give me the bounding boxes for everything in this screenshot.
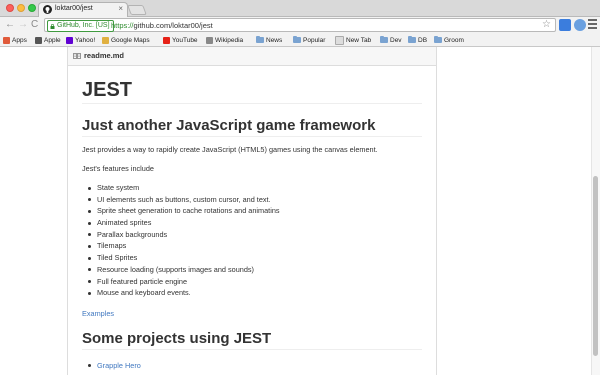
project-link-grapple-hero[interactable]: Grapple Hero [97, 361, 141, 370]
page-content: readme.md JEST Just another JavaScript g… [0, 47, 600, 375]
bookmark-label: Yahoo! [75, 36, 96, 44]
page-icon [335, 35, 344, 45]
minimize-window-button[interactable] [17, 4, 25, 12]
bookmark-label: YouTube [172, 36, 198, 44]
zoom-window-button[interactable] [28, 4, 36, 12]
intro-paragraph: Jest provides a way to rapidly create Ja… [82, 145, 378, 154]
feature-item: Resource loading (supports images and so… [82, 264, 280, 276]
feature-item: Full featured particle engine [82, 276, 280, 288]
back-arrow-icon[interactable]: ← [5, 18, 15, 32]
bookmark-apps[interactable]: Apps [3, 35, 27, 45]
bookmark-apple[interactable]: Apple [35, 35, 61, 45]
browser-tab[interactable]: loktar00/jest × [38, 2, 128, 17]
project-item: Grapple Hero [82, 360, 141, 371]
feature-item: UI elements such as buttons, custom curs… [82, 194, 280, 206]
features-intro: Jest's features include [82, 164, 154, 173]
feature-item: Animated sprites [82, 217, 280, 229]
bookmark-label: Groom [444, 36, 464, 44]
feature-item: Tilemaps [82, 240, 280, 252]
examples-link[interactable]: Examples [82, 309, 114, 319]
feature-item: Sprite sheet generation to cache rotatio… [82, 205, 280, 217]
reload-icon[interactable]: C [31, 18, 38, 32]
folder-icon [408, 36, 416, 43]
folder-icon [380, 36, 388, 43]
bookmark-label: Apple [44, 36, 61, 44]
folder-icon [293, 36, 301, 43]
bookmark-yahoo[interactable]: Yahoo! [66, 35, 95, 45]
bookmark-popular[interactable]: Popular [293, 35, 325, 45]
url-text[interactable]: https://github.com/loktar00/jest [111, 20, 213, 31]
feature-item: Parallax backgrounds [82, 229, 280, 241]
readme-header: readme.md [68, 47, 436, 66]
address-bar[interactable]: GitHub, Inc. [US] https://github.com/lok… [44, 18, 556, 32]
wikipedia-icon [206, 36, 213, 44]
ev-certificate-badge[interactable]: GitHub, Inc. [US] [47, 20, 114, 32]
bookmark-news[interactable]: News [256, 35, 282, 45]
youtube-icon [163, 36, 170, 44]
bookmark-groom[interactable]: Groom [434, 35, 464, 45]
folder-icon [434, 36, 442, 43]
bookmark-label: DB [418, 36, 428, 44]
apps-grid-icon [3, 36, 10, 44]
bookmark-label: News [266, 36, 283, 44]
url-scheme: https:// [111, 21, 134, 30]
feature-item: Tiled Sprites [82, 252, 280, 264]
yahoo-icon [66, 36, 73, 44]
ev-badge-label: GitHub, Inc. [US] [57, 22, 110, 29]
subtitle-heading: Just another JavaScript game framework [82, 117, 422, 137]
bookmark-new-tab[interactable]: New Tab [335, 35, 371, 45]
readme-filename: readme.md [84, 51, 125, 60]
projects-list: Grapple Hero [82, 360, 141, 371]
chrome-menu-icon[interactable] [588, 19, 597, 30]
profile-icon[interactable] [574, 19, 586, 31]
book-icon [73, 53, 81, 59]
close-window-button[interactable] [6, 4, 14, 12]
bookmark-dev[interactable]: Dev [380, 35, 402, 45]
feature-item: State system [82, 182, 280, 194]
bookmark-db[interactable]: DB [408, 35, 427, 45]
bookmark-label: Google Maps [111, 36, 150, 44]
github-icon [43, 5, 52, 14]
browser-toolbar: ← → C GitHub, Inc. [US] https://github.c… [0, 17, 600, 34]
readme-box: readme.md JEST Just another JavaScript g… [67, 47, 437, 375]
bookmark-label: Apps [12, 36, 27, 44]
bookmark-label: Wikipedia [215, 36, 244, 44]
bookmark-youtube[interactable]: YouTube [163, 35, 198, 45]
tab-close-icon[interactable]: × [118, 4, 123, 14]
tab-title: loktar00/jest [55, 5, 93, 12]
forward-arrow-icon[interactable]: → [18, 18, 28, 32]
lock-icon [50, 23, 55, 29]
apple-icon [35, 36, 42, 44]
bookmark-label: Dev [390, 36, 402, 44]
feature-item: Mouse and keyboard events. [82, 287, 280, 299]
projects-heading: Some projects using JEST [82, 330, 422, 350]
bookmark-label: Popular [303, 36, 326, 44]
bookmarks-bar: Apps Apple Yahoo! Google Maps YouTube Wikiped… [0, 34, 600, 47]
bookmark-label: New Tab [346, 36, 372, 44]
bookmark-wikipedia[interactable]: Wikipedia [206, 35, 243, 45]
extension-icon[interactable] [559, 19, 571, 31]
scrollbar-thumb[interactable] [593, 176, 598, 356]
url-path: github.com/loktar00/jest [133, 21, 213, 30]
bookmark-google-maps[interactable]: Google Maps [102, 35, 150, 45]
bookmark-star-icon[interactable]: ☆ [542, 19, 551, 31]
page-title: JEST [82, 78, 422, 104]
google-maps-icon [102, 36, 109, 44]
folder-icon [256, 36, 264, 43]
new-tab-button[interactable] [127, 5, 147, 15]
features-list: State system UI elements such as buttons… [82, 182, 280, 299]
tab-strip: loktar00/jest × [0, 0, 600, 17]
